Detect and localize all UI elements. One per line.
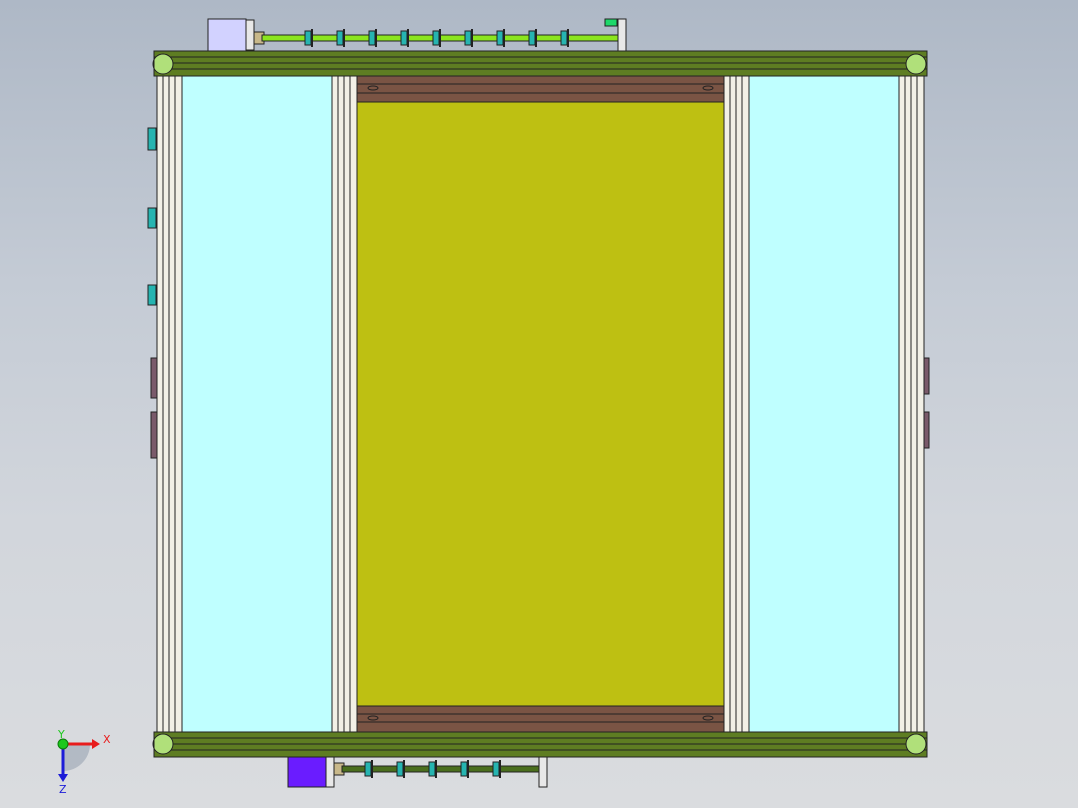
y-axis-label: Y [57, 728, 65, 741]
shaft-roller [464, 30, 472, 46]
bottom-left-corner-foot [152, 733, 174, 755]
top-belt[interactable] [356, 75, 725, 103]
bottom-drive-assembly[interactable] [287, 756, 548, 788]
shaft-roller [560, 30, 568, 46]
top-cross-beam[interactable] [152, 50, 928, 77]
shaft-roller [496, 30, 504, 46]
top-shaft-rollers [304, 29, 569, 47]
shaft-roller [364, 761, 372, 777]
top-motor[interactable] [207, 18, 247, 52]
bottom-shaft-end-bracket [538, 756, 548, 788]
shaft-roller [432, 30, 440, 46]
top-drive-assembly[interactable] [207, 18, 627, 52]
shaft-roller [460, 761, 468, 777]
cad-viewport[interactable]: X Y Z [0, 0, 1078, 808]
shaft-roller [428, 761, 436, 777]
z-axis-label: Z [59, 783, 67, 796]
top-sensor[interactable] [604, 18, 618, 27]
bottom-right-corner-foot [905, 733, 927, 755]
bottom-cross-beam[interactable] [152, 731, 928, 758]
top-shaft-end-bracket [617, 18, 627, 52]
center-panel[interactable] [356, 101, 725, 707]
shaft-roller [400, 30, 408, 46]
shaft-roller [528, 30, 536, 46]
shaft-roller [396, 761, 404, 777]
shaft-roller [336, 30, 344, 46]
top-left-corner-foot [152, 53, 174, 75]
left-side-panel[interactable] [181, 75, 333, 733]
top-motor-flange [245, 19, 255, 51]
conveyor-frame[interactable] [152, 50, 928, 758]
shaft-roller [304, 30, 312, 46]
shaft-roller [368, 30, 376, 46]
right-side-panel[interactable] [748, 75, 900, 733]
top-right-corner-foot [905, 53, 927, 75]
left-side-fittings [147, 127, 158, 459]
bottom-motor-flange [325, 756, 335, 788]
bottom-belt[interactable] [356, 705, 725, 733]
orientation-triad: X Y Z [57, 728, 111, 796]
x-axis-label: X [103, 733, 111, 746]
bottom-motor[interactable] [287, 756, 327, 788]
shaft-roller [492, 761, 500, 777]
